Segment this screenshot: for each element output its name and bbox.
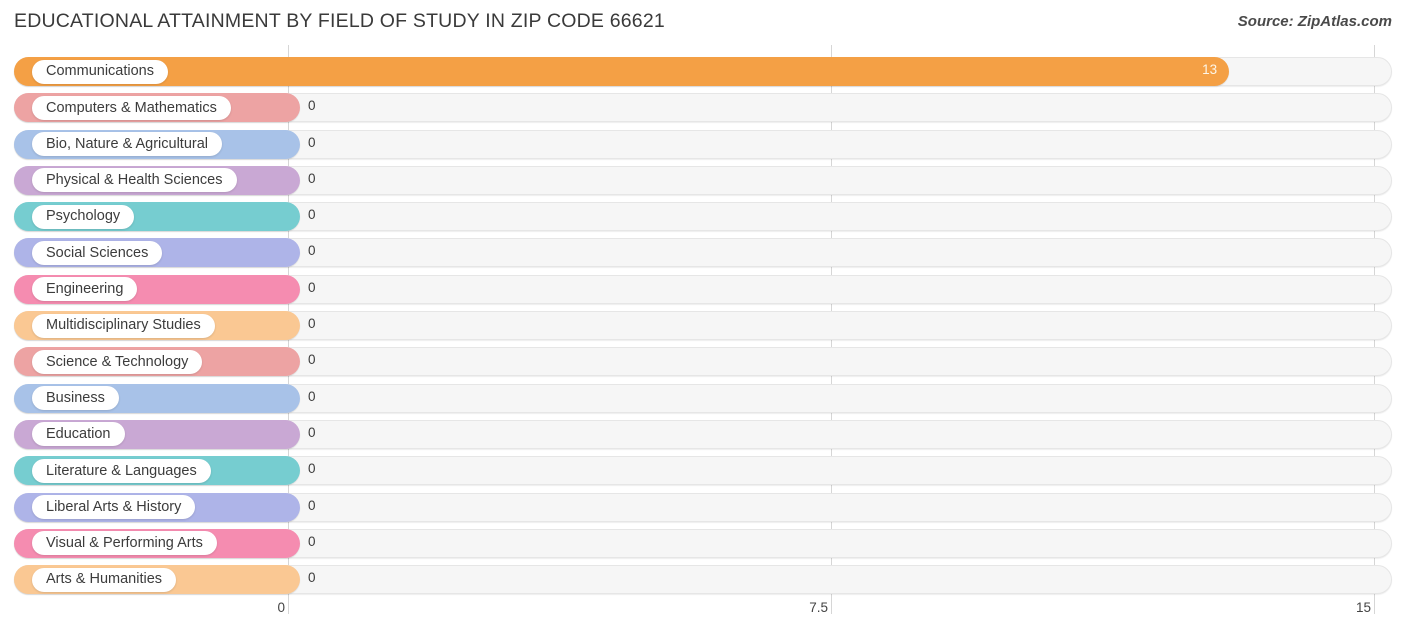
table-row: 0 Social Sciences <box>0 235 1406 271</box>
category-label-pill: Psychology <box>32 204 135 229</box>
category-label-pill: Multidisciplinary Studies <box>32 313 215 338</box>
chart-header: EDUCATIONAL ATTAINMENT BY FIELD OF STUDY… <box>0 0 1406 45</box>
category-label-pill: Engineering <box>32 277 138 302</box>
bar-value-label: 0 <box>308 243 316 259</box>
bar-value-label: 0 <box>308 424 316 440</box>
bar-value-label: 0 <box>308 170 316 186</box>
x-tick-label-2: 15 <box>1355 600 1371 615</box>
category-label-pill: Business <box>32 386 119 411</box>
category-label-text: Education <box>46 426 111 443</box>
bar-1[interactable] <box>14 57 1230 86</box>
category-label-pill: Physical & Health Sciences <box>32 168 237 193</box>
table-row: 0 Literature & Languages <box>0 453 1406 489</box>
category-label-text: Physical & Health Sciences <box>46 172 223 189</box>
category-label-text: Communications <box>46 63 154 80</box>
table-row: 0 Liberal Arts & History <box>0 490 1406 526</box>
category-label-text: Multidisciplinary Studies <box>46 317 201 334</box>
table-row: 0 Education <box>0 417 1406 453</box>
category-label-pill: Computers & Mathematics <box>32 95 231 120</box>
bar-value-label: 0 <box>308 134 316 150</box>
table-row: 0 Business <box>0 381 1406 417</box>
category-label-text: Arts & Humanities <box>46 571 163 588</box>
bar-value-label: 0 <box>308 207 316 223</box>
table-row: 0 Multidisciplinary Studies <box>0 308 1406 344</box>
x-tick-label-1: 7.5 <box>809 600 828 615</box>
category-label-text: Visual & Performing Arts <box>46 535 203 552</box>
category-label-pill: Literature & Languages <box>32 458 211 483</box>
category-label-text: Psychology <box>46 208 121 225</box>
category-label-text: Bio, Nature & Agricultural <box>46 135 208 152</box>
category-label-pill: Arts & Humanities <box>32 567 177 592</box>
category-label-pill: Communications <box>32 59 168 84</box>
table-row: 0 Physical & Health Sciences <box>0 163 1406 199</box>
bar-value-label: 0 <box>308 533 316 549</box>
x-tick-label-0: 0 <box>277 600 285 615</box>
table-row: 0 Engineering <box>0 272 1406 308</box>
category-label-pill: Liberal Arts & History <box>32 495 196 520</box>
chart-plot-area: 13 Communications 0 Computers & Mathematics… <box>0 45 1406 596</box>
bar-value-label: 0 <box>308 497 316 513</box>
bar-value-label: 0 <box>308 279 316 295</box>
bar-value-label: 0 <box>308 388 316 404</box>
table-row: 0 Bio, Nature & Agricultural <box>0 127 1406 163</box>
category-label-text: Computers & Mathematics <box>46 99 217 116</box>
table-row: 0 Science & Technology <box>0 344 1406 380</box>
category-label-text: Engineering <box>46 281 124 298</box>
bar-rows: 13 Communications 0 Computers & Mathematics… <box>0 54 1406 598</box>
category-label-text: Social Sciences <box>46 244 149 261</box>
category-label-text: Science & Technology <box>46 353 189 370</box>
bar-value-label: 0 <box>308 461 316 477</box>
category-label-pill: Social Sciences <box>32 240 163 265</box>
page-title: EDUCATIONAL ATTAINMENT BY FIELD OF STUDY… <box>14 10 665 32</box>
category-label-pill: Science & Technology <box>32 349 203 374</box>
tick-mark-2 <box>1374 596 1375 614</box>
tick-mark-1 <box>831 596 832 614</box>
bar-value-label: 0 <box>308 98 316 114</box>
bar-value-label: 0 <box>308 570 316 586</box>
category-label-pill: Visual & Performing Arts <box>32 531 217 556</box>
x-axis: 0 7.5 15 <box>0 596 1406 631</box>
bar-value-label: 13 <box>1202 62 1218 77</box>
category-label-pill: Bio, Nature & Agricultural <box>32 132 222 157</box>
category-label-text: Business <box>46 389 105 406</box>
table-row: 0 Psychology <box>0 199 1406 235</box>
table-row: 0 Arts & Humanities <box>0 562 1406 598</box>
table-row: 13 Communications <box>0 54 1406 90</box>
table-row: 0 Visual & Performing Arts <box>0 526 1406 562</box>
table-row: 0 Computers & Mathematics <box>0 90 1406 126</box>
category-label-text: Literature & Languages <box>46 462 197 479</box>
source-attribution: Source: ZipAtlas.com <box>1237 13 1392 30</box>
category-label-text: Liberal Arts & History <box>46 498 182 515</box>
category-label-pill: Education <box>32 422 125 447</box>
tick-mark-0 <box>288 596 289 614</box>
bar-value-label: 0 <box>308 352 316 368</box>
bar-value-label: 0 <box>308 316 316 332</box>
